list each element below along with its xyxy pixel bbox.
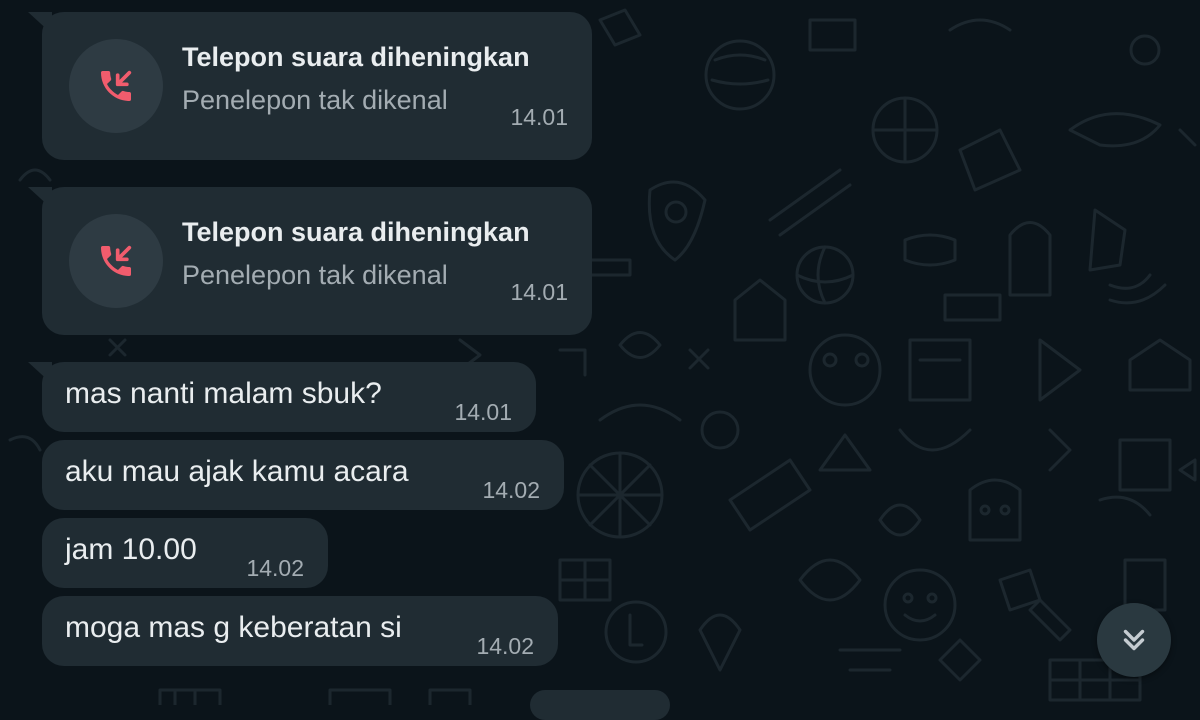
text-message-bubble[interactable]: mas nanti malam sbuk? 14.01 bbox=[28, 362, 536, 432]
message-time: 14.02 bbox=[482, 477, 540, 503]
text-message-bubble[interactable]: aku mau ajak kamu acara 14.02 bbox=[42, 440, 564, 510]
call-title: Telepon suara diheningkan bbox=[182, 42, 530, 72]
message-time: 14.01 bbox=[510, 104, 568, 130]
call-message-bubble[interactable]: Telepon suara diheningkan Penelepon tak … bbox=[28, 12, 592, 160]
call-subtitle: Penelepon tak dikenal bbox=[182, 85, 448, 115]
message-text: aku mau ajak kamu acara bbox=[65, 455, 409, 488]
partial-message-bubble[interactable] bbox=[530, 690, 670, 720]
chat-area[interactable]: Telepon suara diheningkan Penelepon tak … bbox=[0, 0, 1200, 720]
call-subtitle: Penelepon tak dikenal bbox=[182, 260, 448, 290]
call-icon-circle bbox=[69, 39, 163, 133]
message-time: 14.02 bbox=[246, 555, 304, 581]
message-time: 14.01 bbox=[510, 279, 568, 305]
call-icon-circle bbox=[69, 214, 163, 308]
silenced-incoming-call-icon bbox=[101, 70, 132, 101]
message-text: jam 10.00 bbox=[65, 533, 197, 566]
silenced-incoming-call-icon bbox=[101, 245, 132, 276]
text-message-bubble[interactable]: moga mas g keberatan si 14.02 bbox=[42, 596, 558, 666]
message-text: mas nanti malam sbuk? bbox=[65, 377, 382, 410]
double-chevron-down-icon bbox=[1123, 629, 1145, 651]
message-time: 14.02 bbox=[476, 633, 534, 659]
call-message-bubble[interactable]: Telepon suara diheningkan Penelepon tak … bbox=[28, 187, 592, 335]
scroll-to-bottom-button[interactable] bbox=[1097, 603, 1171, 677]
text-message-bubble[interactable]: jam 10.00 14.02 bbox=[42, 518, 328, 588]
message-text: moga mas g keberatan si bbox=[65, 611, 402, 644]
call-title: Telepon suara diheningkan bbox=[182, 217, 530, 247]
message-time: 14.01 bbox=[454, 399, 512, 425]
